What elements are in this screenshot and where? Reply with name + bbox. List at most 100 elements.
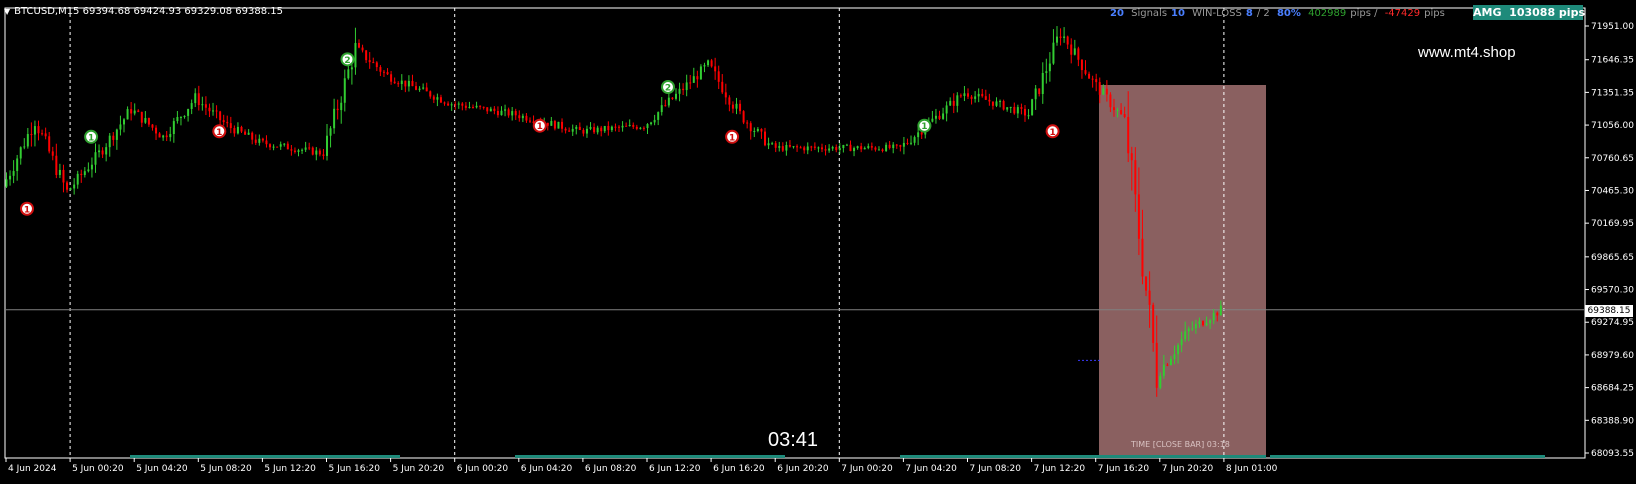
signal-label: 1 (1049, 128, 1055, 138)
symbol-info: ▼ BTCUSD,M15 69394.68 69424.93 69329.08 6… (4, 6, 283, 17)
candle-body (212, 110, 215, 112)
candle-body (233, 128, 236, 134)
candle-body (528, 120, 531, 122)
candle-body (115, 129, 118, 140)
winloss-label: WIN-LOSS (1192, 8, 1242, 19)
candle-body (803, 147, 806, 151)
candle-body (311, 147, 314, 155)
candle-body (749, 123, 752, 132)
candle-body (853, 148, 856, 152)
chart-area[interactable]: 71951.00 71646.35 71351.35 71056.00 70760.65… (0, 0, 1636, 480)
candle-body (1084, 70, 1087, 74)
candle-body (610, 126, 613, 131)
candle-body (1159, 375, 1162, 388)
candle-body (753, 131, 756, 133)
candle-body (956, 95, 959, 106)
time-axis-label: 7 Jun 08:20 (970, 464, 1022, 474)
candle-body (1120, 110, 1123, 114)
pips-label: pips / (1350, 8, 1378, 19)
candle-body (422, 87, 425, 89)
candle-body (208, 107, 211, 112)
candle-body (739, 103, 742, 112)
time-axis-label: 5 Jun 12:20 (264, 464, 316, 474)
time-axis-label: 5 Jun 04:20 (136, 464, 188, 474)
candle-body (881, 149, 884, 152)
candle-body (112, 135, 115, 140)
candle-body (386, 72, 389, 75)
candle-body (920, 132, 923, 135)
candle-body (158, 133, 161, 138)
candle-body (472, 106, 475, 108)
candle-body (831, 147, 834, 149)
candle-body (1166, 364, 1169, 366)
candle-body (810, 146, 813, 148)
symbol-ohlc: BTCUSD,M15 69394.68 69424.93 69329.08 69… (14, 6, 283, 17)
signal-label: 1 (921, 122, 927, 132)
candle-body (108, 135, 111, 148)
candle-body (130, 109, 133, 114)
candle-body (1109, 94, 1112, 108)
candle-body (261, 138, 264, 141)
candle-body (664, 105, 667, 107)
candle-body (315, 150, 318, 155)
win-value: 8 (1245, 8, 1253, 19)
price-axis-label: 71351.35 (1591, 88, 1634, 98)
price-axis-label: 69274.95 (1591, 318, 1634, 328)
candle-body (838, 148, 841, 151)
candle-body (724, 92, 727, 98)
candle-body (1202, 321, 1204, 326)
candle-body (390, 74, 393, 82)
candle-body (418, 88, 421, 90)
time-axis-label: 7 Jun 04:20 (905, 464, 957, 474)
candle-body (899, 145, 902, 147)
candle-body (254, 139, 257, 143)
candle-body (817, 147, 820, 149)
price-chart[interactable]: 71951.00 71646.35 71351.35 71056.00 70760.65… (0, 0, 1636, 480)
candle-body (1027, 115, 1030, 117)
chevron-down-icon[interactable]: ▼ (4, 7, 10, 16)
candle-body (340, 102, 343, 111)
candle-body (482, 106, 485, 108)
candle-body (910, 142, 913, 144)
candle-body (849, 144, 852, 152)
candle-body (942, 113, 945, 119)
candle-body (970, 96, 973, 99)
candle-body (521, 115, 524, 119)
candle-body (635, 126, 638, 129)
candle-body (265, 140, 268, 145)
candle-body (756, 128, 759, 132)
candle-body (12, 171, 15, 176)
candle-body (1059, 36, 1062, 38)
loss-value: / 2 (1256, 8, 1270, 19)
candle-body (87, 169, 90, 172)
candle-body (432, 96, 435, 100)
candle-body (685, 82, 688, 91)
candle-body (788, 145, 791, 147)
candle-body (742, 111, 745, 123)
candle-body (350, 67, 353, 70)
candle-body (19, 147, 22, 159)
candle-body (600, 127, 603, 132)
candle-body (671, 97, 674, 99)
candle-body (991, 101, 994, 106)
candle-body (842, 145, 845, 149)
candle-body (1152, 304, 1155, 343)
candle-body (632, 124, 635, 127)
candle-body (411, 80, 414, 87)
candle-body (1016, 107, 1019, 114)
candle-body (58, 169, 61, 175)
candle-body (596, 127, 599, 133)
candle-body (1063, 36, 1066, 38)
candle-body (1041, 72, 1044, 94)
candle-body (963, 93, 966, 97)
candle-body (1145, 276, 1148, 291)
signal-label: 1 (24, 205, 30, 215)
candle-body (30, 134, 33, 136)
candle-body (322, 154, 325, 156)
candle-body (361, 47, 364, 51)
candle-body (1055, 36, 1058, 43)
candle-body (892, 144, 895, 149)
candle-body (279, 144, 282, 147)
candle-body (981, 93, 984, 97)
candle-body (489, 108, 492, 112)
